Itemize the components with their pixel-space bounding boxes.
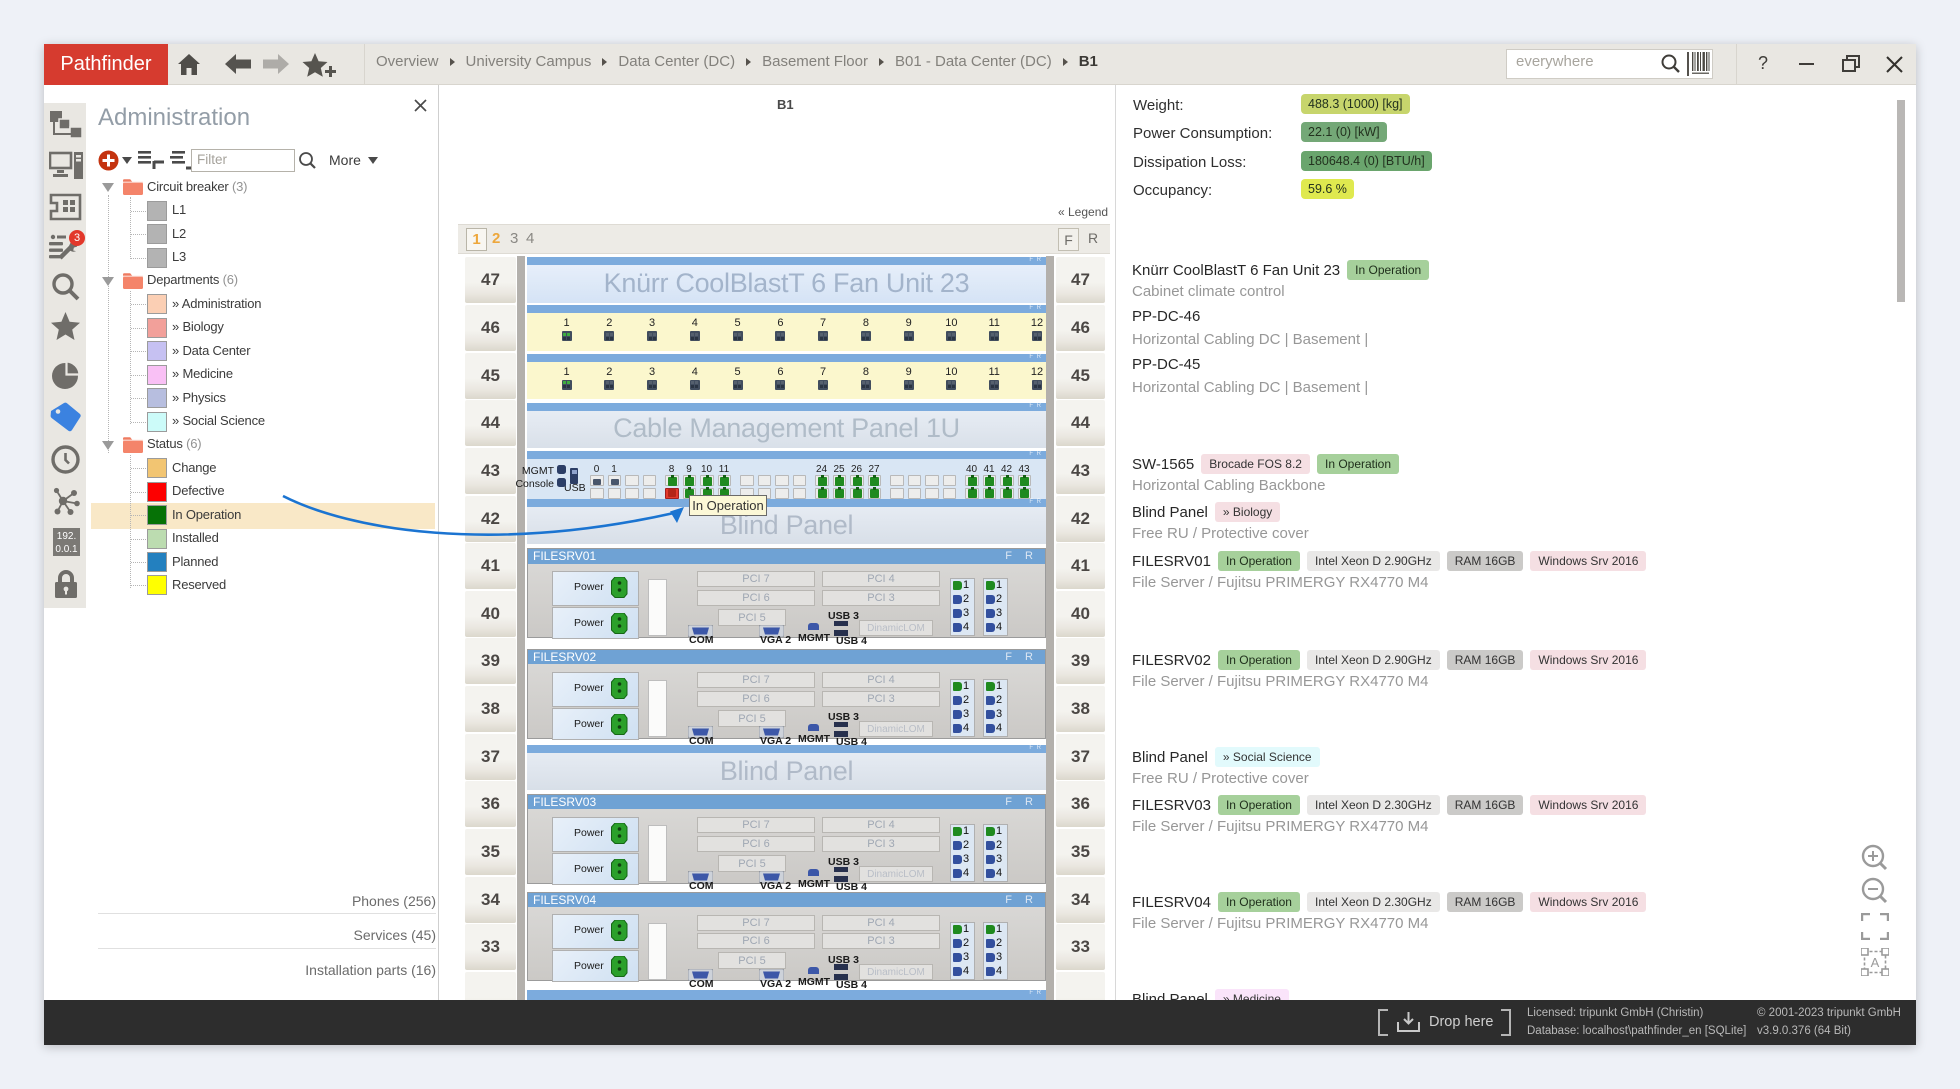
svg-text:A: A <box>1871 955 1880 970</box>
